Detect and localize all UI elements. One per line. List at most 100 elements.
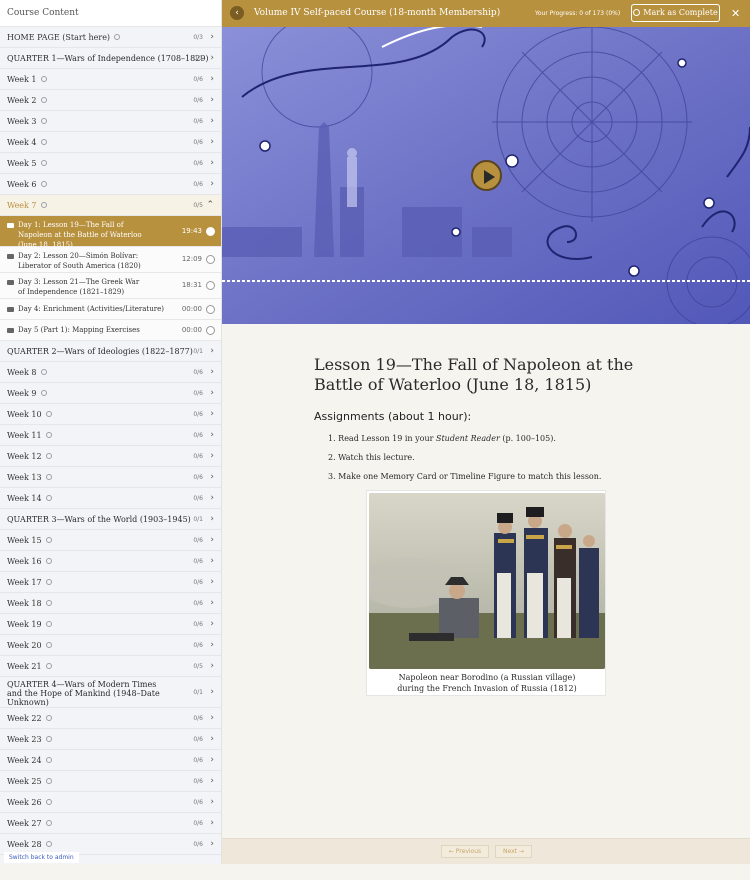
sidebar-title: Course Content bbox=[0, 0, 221, 27]
switch-admin-link[interactable]: Switch back to admin bbox=[4, 852, 79, 863]
completion-circle-icon[interactable] bbox=[206, 304, 215, 314]
sidebar-week-item[interactable]: Week 4 0/6 › bbox=[0, 132, 221, 153]
lesson-duration: 18:31 bbox=[181, 281, 202, 289]
sidebar-week-item[interactable]: Week 9 0/6 › bbox=[0, 383, 221, 404]
completion-circle-icon[interactable] bbox=[206, 325, 215, 335]
sidebar-week-item[interactable]: Week 21 0/5 › bbox=[0, 656, 221, 677]
info-icon[interactable] bbox=[45, 757, 52, 763]
info-icon[interactable] bbox=[45, 621, 52, 627]
mark-complete-button[interactable]: Mark as Complete bbox=[631, 4, 720, 22]
play-button[interactable] bbox=[471, 160, 502, 191]
sidebar-week-item[interactable]: Week 17 0/6 › bbox=[0, 572, 221, 593]
completion-circle-icon[interactable] bbox=[206, 255, 215, 264]
sidebar-lesson-item[interactable]: Day 3: Lesson 21—The Greek War of Indepe… bbox=[0, 273, 221, 299]
sidebar-week-item[interactable]: Week 26 0/6 › bbox=[0, 792, 221, 813]
info-icon[interactable] bbox=[45, 474, 52, 480]
sidebar-section-item[interactable]: QUARTER 1—Wars of Independence (1708–182… bbox=[0, 48, 221, 69]
info-icon[interactable] bbox=[45, 799, 52, 805]
completion-circle-icon[interactable] bbox=[206, 281, 215, 290]
sidebar-week-item[interactable]: Week 20 0/6 › bbox=[0, 635, 221, 656]
chevron-right-icon: › bbox=[210, 577, 214, 587]
info-icon[interactable] bbox=[45, 432, 52, 438]
next-button[interactable]: Next → bbox=[495, 845, 532, 858]
sidebar-item-label: Week 5 bbox=[7, 153, 47, 174]
progress-count: 0/6 bbox=[193, 453, 203, 460]
progress-count: 0/5 bbox=[193, 663, 203, 670]
sidebar-item-text: Week 12 bbox=[7, 452, 42, 461]
sidebar-week-item[interactable]: Week 10 0/6 › bbox=[0, 404, 221, 425]
sidebar-item-text: Week 19 bbox=[7, 620, 42, 629]
progress-count: 0/6 bbox=[193, 600, 203, 607]
info-icon[interactable] bbox=[45, 495, 52, 501]
sidebar-item-label: Week 23 bbox=[7, 729, 52, 750]
info-icon[interactable] bbox=[40, 181, 47, 187]
sidebar-week-item[interactable]: Week 2 0/6 › bbox=[0, 90, 221, 111]
info-icon[interactable] bbox=[40, 202, 47, 208]
info-icon[interactable] bbox=[45, 841, 52, 847]
sidebar-lesson-item[interactable]: Day 5 (Part 1): Mapping Exercises 00:00 bbox=[0, 320, 221, 341]
sidebar-item-label: Week 2 bbox=[7, 90, 47, 111]
sidebar-item-text: Week 27 bbox=[7, 819, 42, 828]
previous-button[interactable]: ← Previous bbox=[441, 845, 489, 858]
info-icon[interactable] bbox=[45, 579, 52, 585]
info-icon[interactable] bbox=[45, 715, 52, 721]
sidebar-week-item[interactable]: Week 24 0/6 › bbox=[0, 750, 221, 771]
info-icon[interactable] bbox=[45, 642, 52, 648]
close-button[interactable]: ✕ bbox=[731, 0, 740, 27]
sidebar-week-item[interactable]: Week 8 0/6 › bbox=[0, 362, 221, 383]
sidebar-lesson-item[interactable]: Day 2: Lesson 20—Simón Bolívar: Liberato… bbox=[0, 247, 221, 273]
sidebar-section-item[interactable]: QUARTER 4—Wars of Modern Times and the H… bbox=[0, 677, 221, 708]
info-icon[interactable] bbox=[45, 778, 52, 784]
info-icon[interactable] bbox=[45, 820, 52, 826]
sidebar-item-text: Week 2 bbox=[7, 96, 37, 105]
completion-circle-icon[interactable] bbox=[206, 226, 215, 236]
sidebar-week-item[interactable]: Week 14 0/6 › bbox=[0, 488, 221, 509]
sidebar-week-item[interactable]: Week 5 0/6 › bbox=[0, 153, 221, 174]
sidebar-week-item[interactable]: Week 16 0/6 › bbox=[0, 551, 221, 572]
info-icon[interactable] bbox=[45, 537, 52, 543]
sidebar-week-item[interactable]: Week 13 0/6 › bbox=[0, 467, 221, 488]
info-icon[interactable] bbox=[114, 34, 121, 40]
video-player[interactable] bbox=[222, 27, 750, 324]
back-button[interactable]: ‹ bbox=[230, 6, 244, 20]
sidebar-week-item[interactable]: Week 1 0/6 › bbox=[0, 69, 221, 90]
sidebar-week-item[interactable]: Week 6 0/6 › bbox=[0, 174, 221, 195]
info-icon[interactable] bbox=[40, 369, 47, 375]
sidebar-week-item[interactable]: Week 11 0/6 › bbox=[0, 425, 221, 446]
info-icon[interactable] bbox=[40, 118, 47, 124]
sidebar-week-item[interactable]: Week 22 0/6 › bbox=[0, 708, 221, 729]
sidebar-week-item[interactable]: Week 25 0/6 › bbox=[0, 771, 221, 792]
info-icon[interactable] bbox=[45, 411, 52, 417]
info-icon[interactable] bbox=[40, 160, 47, 166]
sidebar-week-item[interactable]: Week 7 0/5 ⌃ bbox=[0, 195, 221, 216]
chevron-right-icon: › bbox=[210, 346, 214, 356]
sidebar-week-item[interactable]: Week 3 0/6 › bbox=[0, 111, 221, 132]
info-icon[interactable] bbox=[45, 663, 52, 669]
sidebar-week-item[interactable]: Week 12 0/6 › bbox=[0, 446, 221, 467]
info-icon[interactable] bbox=[40, 76, 47, 82]
info-icon[interactable] bbox=[45, 453, 52, 459]
progress-count: 0/6 bbox=[193, 390, 203, 397]
sidebar-week-item[interactable]: Week 19 0/6 › bbox=[0, 614, 221, 635]
sidebar-week-item[interactable]: Week 23 0/6 › bbox=[0, 729, 221, 750]
chevron-right-icon: › bbox=[210, 734, 214, 744]
sidebar-lesson-item[interactable]: Day 1: Lesson 19—The Fall of Napoleon at… bbox=[0, 216, 221, 249]
chevron-right-icon: › bbox=[210, 556, 214, 566]
progress-count: 0/1 bbox=[193, 55, 203, 62]
sidebar-week-item[interactable]: HOME PAGE (Start here) 0/3 › bbox=[0, 27, 221, 48]
progress-count: 0/6 bbox=[193, 432, 203, 439]
info-icon[interactable] bbox=[45, 736, 52, 742]
info-icon[interactable] bbox=[45, 558, 52, 564]
assignment-item: 3. Make one Memory Card or Timeline Figu… bbox=[328, 472, 668, 482]
info-icon[interactable] bbox=[40, 390, 47, 396]
sidebar-lesson-item[interactable]: Day 4: Enrichment (Activities/Literature… bbox=[0, 299, 221, 320]
info-icon[interactable] bbox=[40, 97, 47, 103]
sidebar-section-item[interactable]: QUARTER 2—Wars of Ideologies (1822–1877)… bbox=[0, 341, 221, 362]
info-icon[interactable] bbox=[45, 600, 52, 606]
sidebar-section-item[interactable]: QUARTER 3—Wars of the World (1903–1945) 0… bbox=[0, 509, 221, 530]
info-icon[interactable] bbox=[40, 139, 47, 145]
sidebar-week-item[interactable]: Week 18 0/6 › bbox=[0, 593, 221, 614]
video-icon bbox=[7, 307, 14, 312]
sidebar-week-item[interactable]: Week 27 0/6 › bbox=[0, 813, 221, 834]
sidebar-week-item[interactable]: Week 15 0/6 › bbox=[0, 530, 221, 551]
